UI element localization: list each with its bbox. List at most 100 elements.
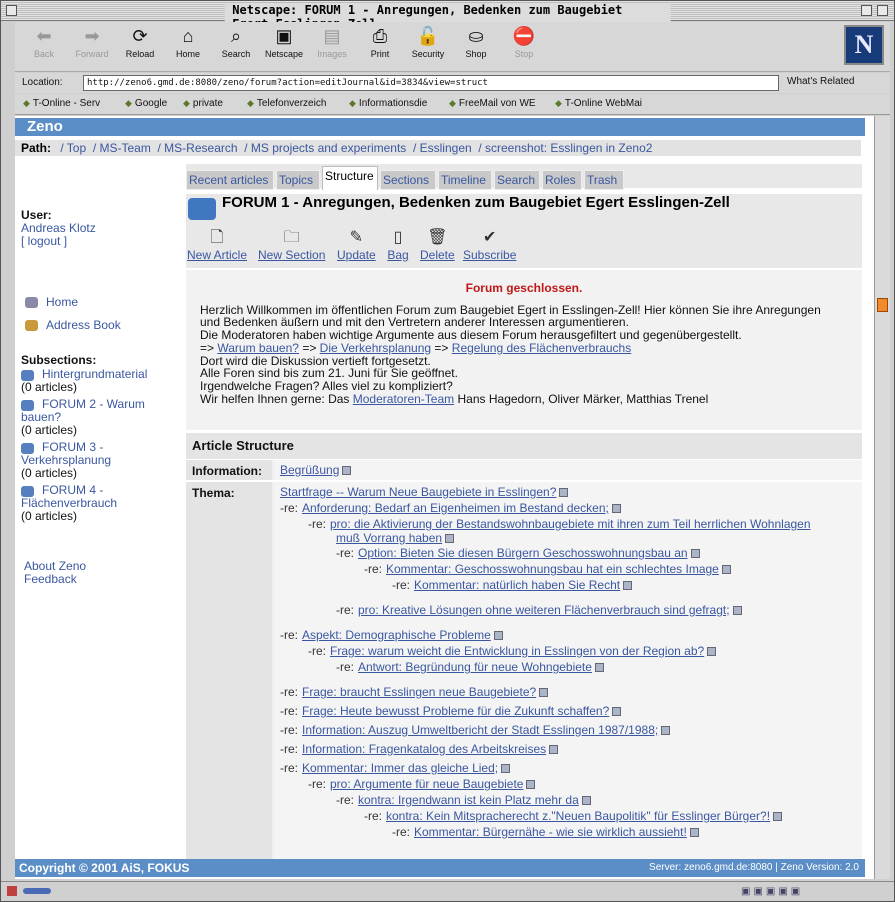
- page-icon[interactable]: [549, 745, 559, 755]
- bookmark-item[interactable]: Telefonverzeich: [247, 98, 326, 109]
- tab-search[interactable]: Search: [494, 170, 540, 190]
- breadcrumb-item[interactable]: / screenshot: Esslingen in Zeno2: [478, 141, 652, 155]
- tab-recent-articles[interactable]: Recent articles: [186, 170, 274, 190]
- breadcrumb-item[interactable]: / MS projects and experiments: [244, 141, 406, 155]
- moderatoren-team-link[interactable]: Moderatoren-Team: [353, 392, 454, 406]
- page-icon[interactable]: [342, 466, 352, 476]
- forum-icon: [188, 198, 216, 220]
- page-icon[interactable]: [594, 663, 604, 673]
- bookmark-item[interactable]: FreeMail von WE: [449, 98, 536, 109]
- subsection-item[interactable]: FORUM 3 - Verkehrsplanung (0 articles): [21, 441, 181, 484]
- netscape-button[interactable]: ▣ Netscape: [261, 24, 307, 59]
- action-toolbar: 🗋 New Article 🗀 New Section ✎ Update ▯ Bag 🗑…: [186, 228, 862, 268]
- tab-bar: Recent articles Topics Structure Section…: [186, 164, 862, 190]
- page-icon[interactable]: [623, 581, 633, 591]
- link-warum-bauen[interactable]: Warum bauen?: [217, 341, 299, 355]
- netscape-logo[interactable]: N: [844, 25, 884, 65]
- bookmark-item[interactable]: Informationsdie: [349, 98, 427, 109]
- print-button[interactable]: ⎙ Print: [357, 24, 403, 59]
- security-status-icon[interactable]: [7, 886, 17, 896]
- page-icon[interactable]: [611, 504, 621, 514]
- begruessung-link[interactable]: Begrüßung: [280, 463, 339, 477]
- url-field[interactable]: http://zeno6.gmd.de:8080/zeno/forum?acti…: [83, 75, 779, 91]
- bag-button[interactable]: ▯ Bag: [387, 228, 409, 262]
- subscribe-button[interactable]: ✔ Subscribe: [463, 228, 516, 262]
- page-icon[interactable]: [721, 565, 731, 575]
- tab-roles[interactable]: Roles: [542, 170, 582, 190]
- link-flaechenverbrauch[interactable]: Regelung des Flächenverbrauchs: [452, 341, 631, 355]
- tab-trash[interactable]: Trash: [584, 170, 624, 190]
- about-zeno-link[interactable]: About Zeno: [24, 559, 86, 573]
- browser-window: Netscape: FORUM 1 - Anregungen, Bedenken…: [0, 0, 895, 902]
- thread-item: -re: Kommentar: Immer das gleiche Lied;: [280, 761, 511, 775]
- page-icon[interactable]: [493, 631, 503, 641]
- vertical-scrollbar[interactable]: [874, 116, 890, 879]
- update-button[interactable]: ✎ Update: [337, 228, 376, 262]
- thread-item: -re: kontra: Irgendwann ist kein Platz me…: [336, 793, 591, 807]
- page-icon[interactable]: [559, 488, 569, 498]
- search-icon: ⌕: [230, 26, 242, 46]
- zeno-brand-bar: Zeno: [15, 118, 865, 136]
- search-button[interactable]: ⌕ Search: [213, 24, 259, 59]
- user-name[interactable]: Andreas Klotz: [21, 221, 96, 235]
- subsection-item[interactable]: FORUM 4 - Flächenverbrauch (0 articles): [21, 484, 181, 527]
- home-button[interactable]: ⌂ Home: [165, 24, 211, 59]
- page-icon[interactable]: [707, 647, 717, 657]
- title-bar[interactable]: Netscape: FORUM 1 - Anregungen, Bedenken…: [1, 1, 894, 31]
- page-icon[interactable]: [732, 606, 742, 616]
- security-button[interactable]: 🔓 Security: [405, 24, 451, 59]
- feedback-link[interactable]: Feedback: [24, 572, 77, 586]
- back-arrow-icon: ⬅: [36, 26, 52, 46]
- back-button[interactable]: ⬅ Back: [21, 24, 67, 59]
- page-icon[interactable]: [689, 828, 699, 838]
- close-box[interactable]: [6, 5, 17, 16]
- collapse-box[interactable]: [877, 5, 888, 16]
- subscribe-icon: ✔: [482, 229, 497, 246]
- scroll-thumb[interactable]: [877, 298, 888, 312]
- bookmark-item[interactable]: T-Online - Serv: [23, 98, 100, 109]
- page-icon[interactable]: [773, 812, 783, 822]
- tab-structure[interactable]: Structure: [322, 166, 378, 190]
- breadcrumb-item[interactable]: / MS-Team: [93, 141, 151, 155]
- page-icon[interactable]: [612, 707, 622, 717]
- tab-topics[interactable]: Topics: [276, 170, 320, 190]
- new-section-button[interactable]: 🗀 New Section: [258, 228, 325, 262]
- user-label: User:: [21, 208, 52, 222]
- bookmark-item[interactable]: private: [183, 98, 223, 109]
- shop-button[interactable]: ⛀ Shop: [453, 24, 499, 59]
- delete-button[interactable]: 🗑 Delete: [420, 228, 455, 262]
- tab-sections[interactable]: Sections: [380, 170, 436, 190]
- address-book-link[interactable]: Address Book: [25, 318, 121, 332]
- home-link[interactable]: Home: [25, 295, 78, 309]
- page-icon[interactable]: [501, 764, 511, 774]
- page-icon[interactable]: [581, 796, 591, 806]
- component-bar-icons[interactable]: ▣▣▣▣▣: [741, 886, 851, 898]
- subsection-item[interactable]: FORUM 2 - Warum bauen? (0 articles): [21, 398, 181, 441]
- breadcrumb-item[interactable]: / Esslingen: [413, 141, 472, 155]
- forward-button[interactable]: ➡ Forward: [69, 24, 115, 59]
- breadcrumb-item[interactable]: / MS-Research: [158, 141, 238, 155]
- page-icon[interactable]: [526, 780, 536, 790]
- reload-icon: ⟳: [132, 26, 148, 46]
- zoom-box[interactable]: [861, 5, 872, 16]
- thread-item: -re: pro: Argumente für neue Baugebiete: [308, 777, 536, 791]
- bookmark-item[interactable]: T-Online WebMai: [555, 98, 642, 109]
- bookmark-item[interactable]: Google: [125, 98, 167, 109]
- copyright-text: Copyright © 2001 AiS, FOKUS: [19, 861, 190, 875]
- whats-related-button[interactable]: What's Related: [787, 76, 855, 87]
- logout-link[interactable]: [ logout ]: [21, 234, 67, 248]
- new-article-button[interactable]: 🗋 New Article: [187, 228, 247, 262]
- stop-button[interactable]: ⛔ Stop: [501, 24, 547, 59]
- page-icon[interactable]: [661, 726, 671, 736]
- images-button[interactable]: ▤ Images: [309, 24, 355, 59]
- page-icon[interactable]: [445, 534, 455, 544]
- thread-item: -re: Information: Fragenkatalog des Arbei…: [280, 742, 559, 756]
- tab-timeline[interactable]: Timeline: [438, 170, 492, 190]
- breadcrumb-item[interactable]: / Top: [60, 141, 86, 155]
- subsection-item[interactable]: Hintergrundmaterial (0 articles): [21, 368, 181, 398]
- reload-button[interactable]: ⟳ Reload: [117, 24, 163, 59]
- page-icon[interactable]: [539, 688, 549, 698]
- page-icon[interactable]: [690, 549, 700, 559]
- main-content: Recent articles Topics Structure Section…: [186, 160, 862, 860]
- link-verkehrsplanung[interactable]: Die Verkehrsplanung: [320, 341, 431, 355]
